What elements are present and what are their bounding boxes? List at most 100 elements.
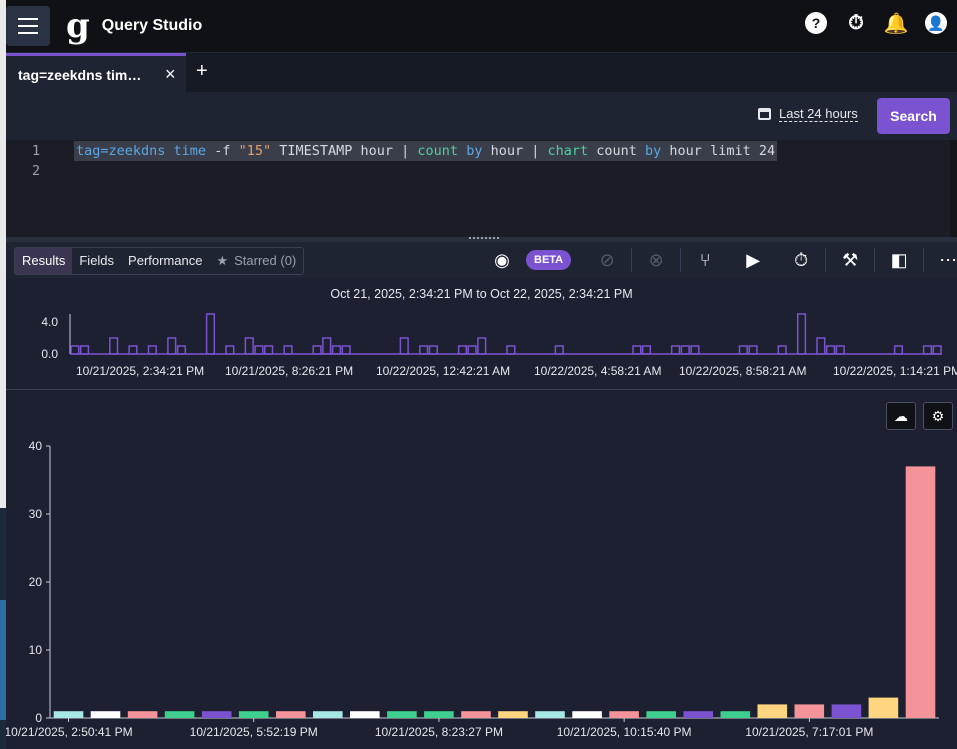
- bar: [276, 711, 306, 718]
- overview-bar: [457, 345, 468, 355]
- overview-bar: [399, 337, 409, 355]
- y-tick-label: 0: [35, 711, 42, 725]
- line-number: 1: [32, 143, 41, 159]
- overview-bar: [738, 345, 748, 355]
- overview-bar: [690, 345, 700, 355]
- overview-x-tick: 10/22/2025, 12:42:21 AM: [376, 364, 510, 378]
- timer-icon[interactable]: ⏱: [789, 248, 813, 272]
- tab-performance[interactable]: Performance: [121, 248, 209, 274]
- x-tick-label: 10/21/2025, 7:17:01 PM: [745, 725, 873, 739]
- overview-bar: [893, 345, 904, 355]
- bar: [90, 711, 121, 718]
- bar: [609, 711, 639, 718]
- play-icon[interactable]: ▶: [741, 248, 765, 272]
- overview-bar: [254, 345, 264, 355]
- overview-bar: [205, 313, 216, 355]
- overview-bar: [825, 345, 836, 355]
- help-icon[interactable]: ?: [805, 12, 827, 34]
- overview-bar: [264, 345, 274, 355]
- hammer-icon[interactable]: ⚒: [838, 248, 862, 272]
- bar: [350, 711, 380, 718]
- eye-icon[interactable]: ◉: [490, 248, 514, 272]
- overview-x-tick: 10/22/2025, 8:58:21 AM: [679, 364, 806, 378]
- query-tab-bar: tag=zeekdns tim… × +: [6, 52, 957, 93]
- y-tick-label: 10: [29, 643, 43, 657]
- overview-x-tick: 10/22/2025, 4:58:21 AM: [534, 364, 661, 378]
- bar: [313, 711, 343, 718]
- bar: [387, 711, 417, 718]
- overview-bar: [680, 345, 690, 355]
- overview-bar: [176, 345, 187, 355]
- overview-bar: [670, 345, 681, 355]
- bar: [535, 711, 565, 718]
- query-editor[interactable]: 1 2 tag=zeekdns time -f "15" TIMESTAMP h…: [6, 140, 950, 237]
- query-tab[interactable]: tag=zeekdns tim… ×: [6, 53, 186, 93]
- overview-bar: [835, 345, 845, 355]
- close-icon[interactable]: ×: [165, 64, 176, 85]
- bar: [757, 704, 788, 718]
- overview-x-tick: 10/21/2025, 8:26:21 PM: [225, 364, 353, 378]
- overview-y-tick: 4.0: [41, 315, 58, 329]
- overview-bar: [109, 337, 119, 355]
- overview-bar: [922, 345, 933, 355]
- overview-x-tick: 10/21/2025, 2:34:21 PM: [76, 364, 204, 378]
- app-title: Query Studio: [101, 17, 203, 34]
- bar: [831, 704, 862, 718]
- overview-title: Oct 21, 2025, 2:34:21 PM to Oct 22, 2025…: [330, 287, 633, 301]
- search-button[interactable]: Search: [877, 98, 950, 134]
- search-row: Last 24 hours Search: [6, 92, 957, 140]
- editor-scrollbar[interactable]: [950, 140, 957, 237]
- star-icon: ★: [216, 253, 229, 268]
- line-number: 2: [32, 163, 41, 179]
- app-logo: g: [66, 6, 90, 46]
- query-text[interactable]: tag=zeekdns time -f "15" TIMESTAMP hour …: [74, 141, 778, 161]
- overview-bar: [506, 345, 516, 355]
- overview-bar: [225, 345, 235, 355]
- bar: [683, 711, 713, 718]
- bar: [127, 711, 158, 718]
- overview-bar: [748, 345, 758, 355]
- tab-starred[interactable]: ★ Starred (0): [209, 248, 303, 274]
- overview-bar: [322, 337, 332, 355]
- overview-x-tick: 10/22/2025, 1:14:21 PM: [833, 364, 957, 378]
- overview-bar: [147, 345, 157, 355]
- chart-panel: ☁ ⚙ 0 10 20 30 40 10/21/2025, 2:50:41 PM 10/21…: [6, 390, 957, 749]
- overview-bar: [816, 337, 826, 355]
- timer-icon[interactable]: ⏱: [845, 12, 867, 34]
- x-tick-label: 10/21/2025, 8:23:27 PM: [375, 725, 503, 739]
- tab-results[interactable]: Results: [15, 248, 73, 274]
- x-tick-label: 10/21/2025, 2:50:41 PM: [6, 725, 133, 739]
- query-tab-label: tag=zeekdns tim…: [18, 66, 142, 83]
- beta-badge: BETA: [526, 250, 572, 270]
- menu-icon[interactable]: [6, 6, 50, 46]
- bar: [201, 711, 232, 718]
- bar-chart: 0 10 20 30 40 10/21/2025, 2:50:41 PM 10/21/202…: [6, 439, 939, 739]
- add-tab-icon[interactable]: +: [196, 60, 208, 83]
- fork-icon[interactable]: ⑂: [693, 248, 717, 272]
- overview-bar: [428, 345, 438, 355]
- bar: [720, 711, 751, 718]
- time-range-picker[interactable]: Last 24 hours: [758, 106, 858, 122]
- panel-toggle-icon[interactable]: ◧: [887, 248, 911, 272]
- overview-bar: [932, 345, 942, 355]
- account-icon[interactable]: 👤: [925, 12, 947, 34]
- overview-bar: [419, 345, 429, 355]
- search-history-icon: ⊘: [599, 249, 615, 270]
- overview-bar: [554, 345, 564, 355]
- bar: [238, 711, 269, 718]
- results-toolbar: Results Fields Performance ★ Starred (0) …: [6, 242, 957, 278]
- more-icon[interactable]: ⋯: [936, 248, 957, 272]
- overview-chart[interactable]: 4.0 0.0 10/21/2025, 2:34:21 PM 10/21/2025, …: [6, 308, 957, 389]
- bar: [53, 711, 84, 718]
- time-range-label: Last 24 hours: [779, 106, 858, 122]
- overview-timeline[interactable]: Oct 21, 2025, 2:34:21 PM to Oct 22, 2025…: [6, 278, 957, 390]
- overview-bar: [477, 337, 487, 355]
- overview-bar: [79, 345, 90, 355]
- bar: [868, 697, 899, 718]
- notifications-icon[interactable]: 🔔: [884, 12, 909, 35]
- tab-fields[interactable]: Fields: [72, 248, 121, 274]
- bar: [461, 711, 491, 718]
- overview-bar: [641, 345, 652, 355]
- overview-bar: [244, 337, 254, 355]
- calendar-icon: [758, 108, 771, 120]
